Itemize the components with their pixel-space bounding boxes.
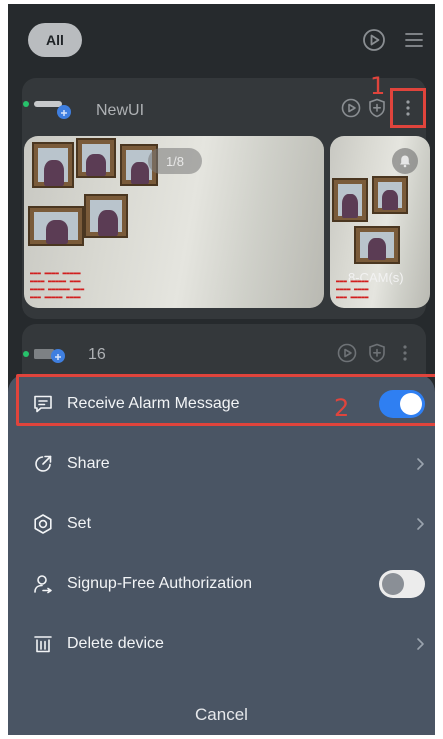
device-name: NewUI bbox=[96, 102, 145, 119]
chevron-right-icon bbox=[417, 638, 424, 650]
cancel-button[interactable]: Cancel bbox=[8, 694, 435, 735]
bell-icon bbox=[400, 155, 410, 168]
delete-device-row[interactable]: Delete device bbox=[8, 614, 435, 674]
user-key-icon bbox=[34, 575, 52, 594]
more-vertical-icon[interactable] bbox=[394, 342, 416, 364]
row-label: Share bbox=[67, 455, 110, 472]
device-name: 16 bbox=[88, 346, 106, 363]
row-label: Delete device bbox=[67, 635, 164, 652]
play-circle-icon[interactable] bbox=[360, 26, 388, 54]
play-circle-icon[interactable] bbox=[340, 97, 362, 119]
row-label: Set bbox=[67, 515, 92, 532]
page-indicator: 1/8 bbox=[148, 148, 202, 174]
wall-picture bbox=[354, 226, 400, 264]
wall-picture bbox=[84, 194, 128, 238]
step-1-highlight bbox=[390, 88, 426, 128]
trash-icon bbox=[34, 636, 52, 653]
nvr-device-icon bbox=[23, 349, 65, 363]
step-1-marker: 1 bbox=[370, 72, 386, 100]
wall-picture bbox=[32, 142, 74, 188]
settings-ring-icon bbox=[34, 514, 52, 534]
step-2-marker: 2 bbox=[334, 394, 350, 422]
chevron-right-icon bbox=[417, 458, 424, 470]
camera-osd-text: ▬▬▬ ▬▬▬▬▬ ▬▬▬▬ ▬▬▬▬ ▬▬▬ ▬▬▬▬▬ bbox=[336, 278, 369, 301]
wall-picture bbox=[28, 206, 84, 246]
camera-preview[interactable]: 8-CAM(s) ▬▬▬ ▬▬▬▬▬ ▬▬▬▬ ▬▬▬▬ ▬▬▬ ▬▬▬▬▬ bbox=[330, 136, 430, 308]
shield-plus-icon[interactable] bbox=[366, 97, 388, 119]
share-icon bbox=[35, 455, 52, 472]
alarm-bell-button[interactable] bbox=[392, 148, 418, 174]
signup-free-authorization-row[interactable]: Signup-Free Authorization bbox=[8, 554, 435, 614]
device-options-sheet: Receive Alarm Message Share Set Signup-F… bbox=[8, 374, 435, 735]
chevron-right-icon bbox=[417, 518, 424, 530]
step-2-highlight bbox=[16, 374, 435, 426]
phone-screen: All NewUI 1/8 ▬▬▬ ▬▬▬▬ ▬▬▬▬▬ ▬▬▬▬ ▬▬▬▬▬ … bbox=[8, 4, 435, 735]
signup-free-authorization-toggle[interactable] bbox=[379, 570, 425, 598]
share-row[interactable]: Share bbox=[8, 434, 435, 494]
row-label: Signup-Free Authorization bbox=[67, 575, 252, 592]
camera-preview[interactable]: 1/8 ▬▬▬ ▬▬▬▬ ▬▬▬▬▬ ▬▬▬▬ ▬▬▬▬▬ ▬▬▬ ▬▬▬▬ ▬▬▬… bbox=[24, 136, 324, 308]
list-menu-icon[interactable] bbox=[400, 26, 428, 54]
set-row[interactable]: Set bbox=[8, 494, 435, 554]
shield-plus-icon[interactable] bbox=[366, 342, 388, 364]
wall-picture bbox=[372, 176, 408, 214]
play-circle-icon[interactable] bbox=[336, 342, 358, 364]
nvr-device-icon bbox=[23, 101, 71, 119]
filter-all-button[interactable]: All bbox=[28, 23, 82, 57]
wall-picture bbox=[332, 178, 368, 222]
camera-osd-text: ▬▬▬ ▬▬▬▬ ▬▬▬▬▬ ▬▬▬▬ ▬▬▬▬▬ ▬▬▬ ▬▬▬▬ ▬▬▬▬▬▬ … bbox=[30, 270, 85, 301]
wall-picture bbox=[76, 138, 116, 178]
